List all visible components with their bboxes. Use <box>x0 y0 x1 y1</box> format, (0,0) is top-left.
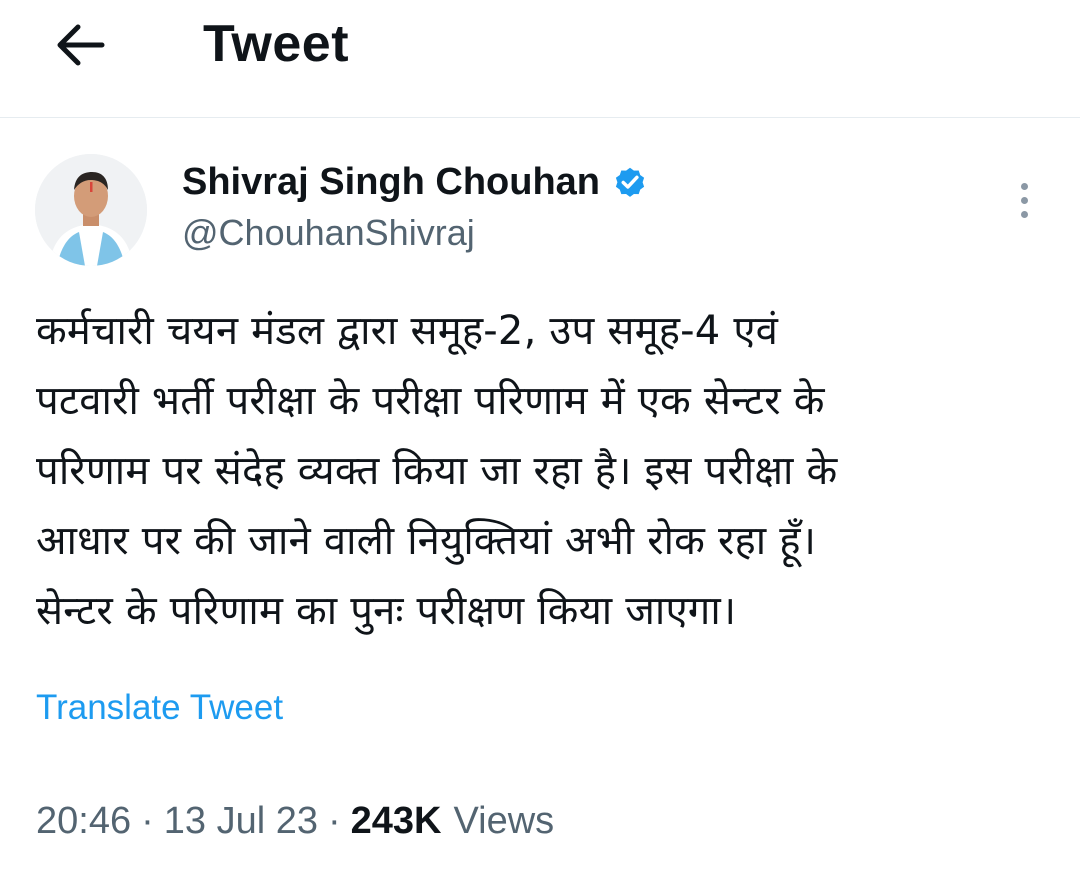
tweet-date[interactable]: 13 Jul 23 <box>164 800 318 843</box>
top-bar: Tweet <box>0 0 1080 118</box>
verified-badge-icon <box>612 164 648 200</box>
meta-separator: · <box>327 799 341 842</box>
more-dot <box>1020 210 1028 218</box>
views-label[interactable]: Views <box>453 800 554 843</box>
meta-separator: · <box>141 799 154 842</box>
tweet-detail-screen: Tweet Shivraj Singh Chouhan @ChouhanShiv… <box>0 0 1080 878</box>
back-button[interactable] <box>50 18 110 72</box>
author-name: Shivraj Singh Chouhan <box>182 160 601 203</box>
avatar-image <box>35 154 147 266</box>
arrow-left-icon <box>57 24 105 66</box>
more-dot <box>1020 196 1028 204</box>
more-options-button[interactable] <box>1004 172 1044 228</box>
avatar[interactable] <box>35 154 147 266</box>
tweet-time[interactable]: 20:46 <box>36 800 131 843</box>
more-vertical-icon <box>1020 182 1028 190</box>
tweet-meta: 20:46 · 13 Jul 23 · 243K Views <box>36 796 554 846</box>
author-name-row[interactable]: Shivraj Singh Chouhan <box>182 156 648 208</box>
views-count[interactable]: 243K <box>351 800 442 843</box>
author-handle[interactable]: @ChouhanShivraj <box>182 212 475 254</box>
page-title: Tweet <box>203 15 350 73</box>
translate-tweet-link[interactable]: Translate Tweet <box>36 688 283 728</box>
tweet-text: कर्मचारी चयन मंडल द्वारा समूह-2, उप समूह… <box>36 308 838 634</box>
